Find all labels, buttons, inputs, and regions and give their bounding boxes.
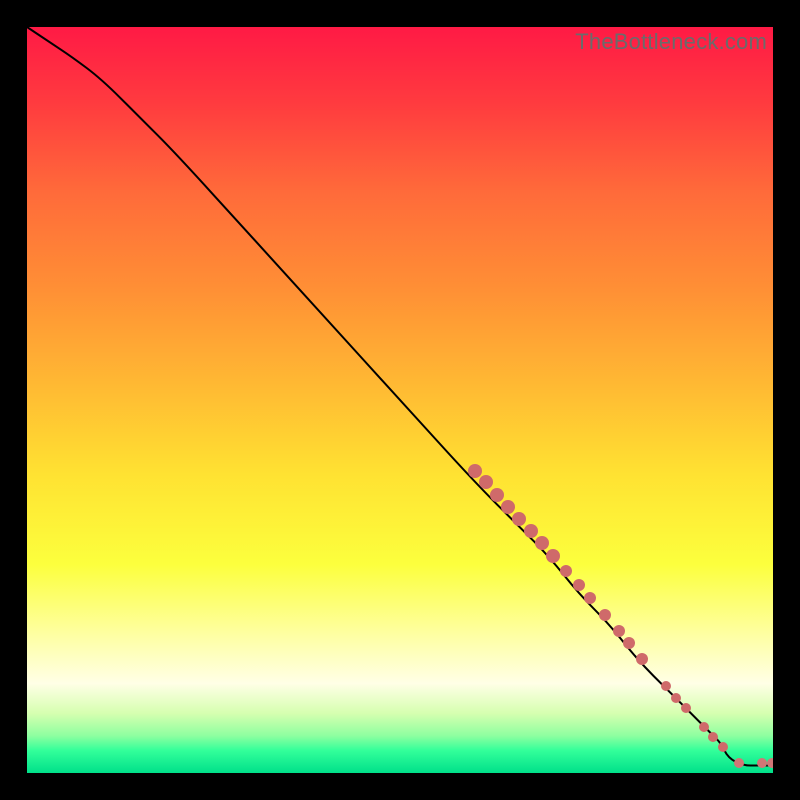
curve-layer	[27, 27, 773, 773]
plot-area: TheBottleneck.com	[27, 27, 773, 773]
scatter-dot	[681, 703, 691, 713]
scatter-dot	[512, 512, 526, 526]
scatter-dot	[501, 500, 515, 514]
scatter-dot	[757, 758, 767, 768]
scatter-dot	[671, 693, 681, 703]
scatter-dot	[623, 637, 635, 649]
scatter-dot	[718, 742, 728, 752]
scatter-dot	[636, 653, 648, 665]
scatter-dot	[734, 758, 744, 768]
scatter-dot	[468, 464, 482, 478]
scatter-dot	[560, 565, 572, 577]
scatter-dot	[599, 609, 611, 621]
scatter-dot	[490, 488, 504, 502]
scatter-dot	[584, 592, 596, 604]
scatter-dot	[479, 475, 493, 489]
scatter-dot	[573, 579, 585, 591]
scatter-dot	[535, 536, 549, 550]
scatter-dot	[661, 681, 671, 691]
scatter-dot	[708, 732, 718, 742]
scatter-dot	[524, 524, 538, 538]
scatter-dot	[767, 758, 774, 768]
scatter-dot	[699, 722, 709, 732]
chart-stage: TheBottleneck.com	[0, 0, 800, 800]
scatter-dot	[546, 549, 560, 563]
main-curve	[27, 27, 773, 766]
scatter-dot	[613, 625, 625, 637]
